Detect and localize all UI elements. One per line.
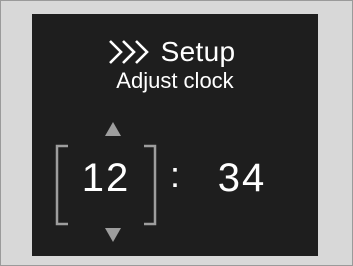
arrow-down-icon[interactable] xyxy=(105,228,121,242)
triple-chevron-right-icon xyxy=(108,40,149,64)
time-separator: : xyxy=(170,154,181,195)
display-frame: Setup Adjust clock 12 : 34 xyxy=(0,0,353,266)
minutes-field[interactable]: 34 xyxy=(202,156,282,201)
instrument-display: Setup Adjust clock 12 : 34 xyxy=(32,14,318,256)
page-title: Setup xyxy=(160,36,236,67)
page-subtitle: Adjust clock xyxy=(116,68,234,93)
arrow-up-icon[interactable] xyxy=(105,122,121,136)
header: Setup xyxy=(32,32,318,72)
hours-field[interactable]: 12 xyxy=(55,156,157,201)
